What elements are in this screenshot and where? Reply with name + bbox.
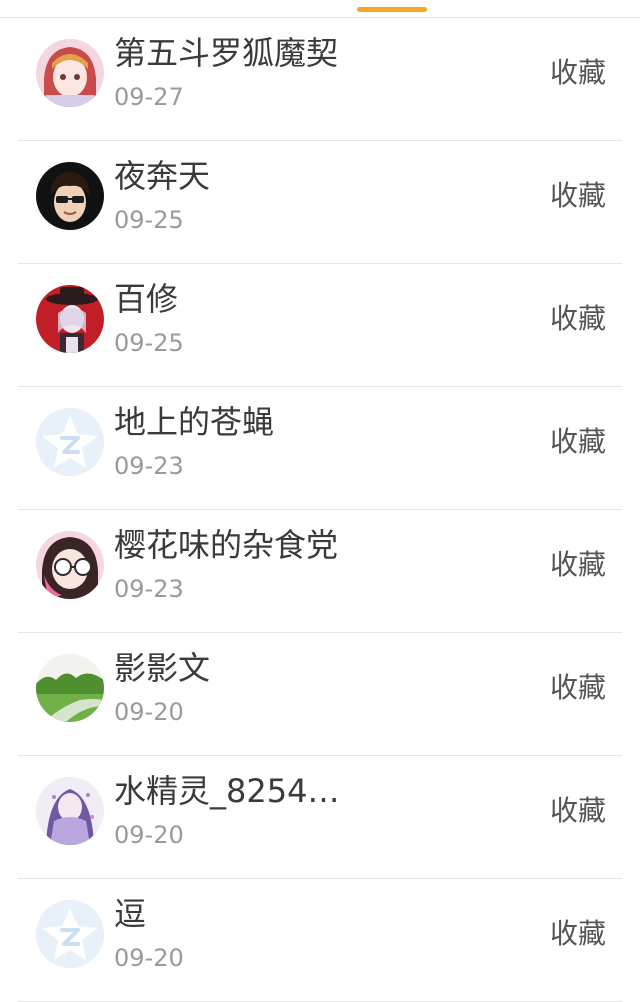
list-item[interactable]: 夜奔天 09-25 收藏 [0,141,640,264]
user-name: 地上的苍蝇 [114,403,275,441]
post-date: 09-20 [114,821,184,849]
user-name: 逗 [114,895,147,933]
user-name: 樱花味的杂食党 [114,526,339,564]
favorite-button[interactable]: 收藏 [550,54,606,92]
favorite-button[interactable]: 收藏 [550,423,606,461]
anime-girl-avatar[interactable] [36,39,104,107]
list-item[interactable]: 第五斗罗狐魔契 09-27 收藏 [0,18,640,141]
post-date: 09-25 [114,329,184,357]
favorite-button[interactable]: 收藏 [550,669,606,707]
default-qq-avatar[interactable] [36,900,104,968]
purple-fairy-avatar[interactable] [36,777,104,845]
default-qq-avatar[interactable] [36,408,104,476]
post-date: 09-20 [114,698,184,726]
post-date: 09-23 [114,575,184,603]
favorite-button[interactable]: 收藏 [550,300,606,338]
favorite-button[interactable]: 收藏 [550,915,606,953]
list-item[interactable]: 水精灵_8254… 09-20 收藏 [0,756,640,879]
post-date: 09-20 [114,944,184,972]
red-hat-girl-avatar[interactable] [36,285,104,353]
list-item[interactable]: 逗 09-20 收藏 [0,879,640,1002]
user-name: 第五斗罗狐魔契 [114,34,339,72]
list-item[interactable]: 影影文 09-20 收藏 [0,633,640,756]
list-item[interactable]: 百修 09-25 收藏 [0,264,640,387]
landscape-avatar[interactable] [36,654,104,722]
user-list: 第五斗罗狐魔契 09-27 收藏 夜奔天 09-25 收藏 百修 09-25 收… [0,18,640,1002]
favorite-button[interactable]: 收藏 [550,546,606,584]
top-tab-bar [0,0,640,18]
active-tab-indicator [357,7,427,12]
favorite-button[interactable]: 收藏 [550,792,606,830]
sunglasses-boy-avatar[interactable] [36,162,104,230]
favorite-button[interactable]: 收藏 [550,177,606,215]
user-name: 影影文 [114,649,211,687]
list-item[interactable]: 樱花味的杂食党 09-23 收藏 [0,510,640,633]
list-item[interactable]: 地上的苍蝇 09-23 收藏 [0,387,640,510]
post-date: 09-23 [114,452,184,480]
user-name: 夜奔天 [114,157,211,195]
post-date: 09-27 [114,83,184,111]
post-date: 09-25 [114,206,184,234]
glasses-girl-avatar[interactable] [36,531,104,599]
user-name: 百修 [114,280,179,318]
user-name: 水精灵_8254… [114,772,340,810]
